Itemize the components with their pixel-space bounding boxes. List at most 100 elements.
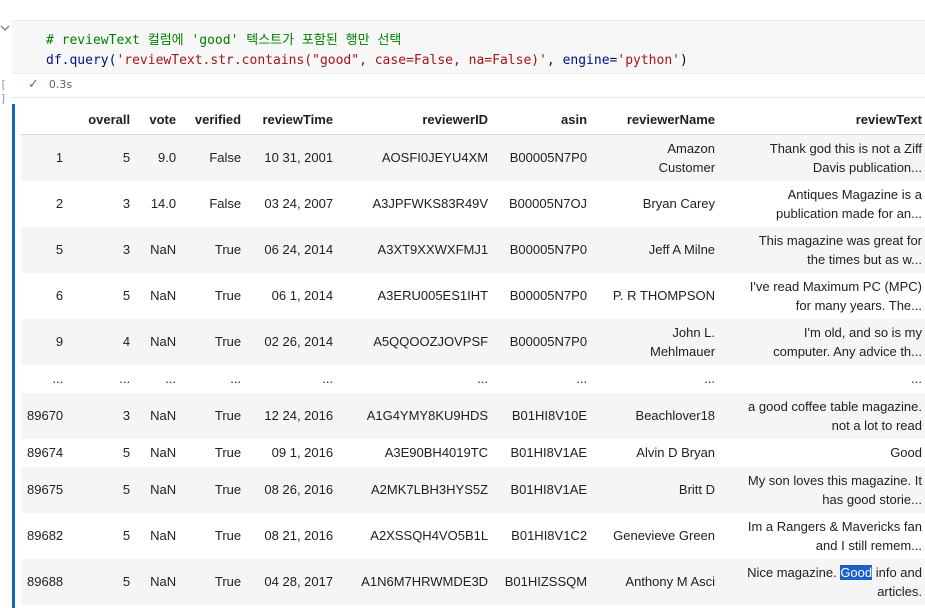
cell-reviewtext: This magazine was great for the times but… (721, 227, 925, 273)
cell-reviewername: John L. Mehlmauer (593, 319, 721, 365)
cell-overall: 5 (122, 150, 131, 166)
cell-asin: B01HI8V1AE (510, 482, 588, 497)
cell-verified: True (214, 334, 242, 349)
cell-overall: 5 (122, 528, 131, 543)
cell-vote: 9.0 (158, 150, 177, 166)
reviewername-line-1: John L. (672, 324, 716, 340)
cell-idx: 89674 (27, 445, 64, 460)
cell-reviewtime: 03 24, 2007 (264, 196, 334, 211)
cell-vote: NaN (150, 574, 177, 589)
table-header-row: overall vote verified reviewTime reviewe… (21, 104, 925, 135)
code-engine-arg: , engine= (546, 53, 618, 68)
column-header-overall: overall (69, 104, 137, 135)
cell-asin: ... (576, 371, 588, 386)
code-cell[interactable]: # reviewText 컬럼에 'good' 텍스트가 포함된 행만 선택 d… (0, 0, 925, 105)
cell-reviewtime: 06 1, 2014 (271, 288, 334, 303)
dataframe-table: overall vote verified reviewTime reviewe… (21, 104, 925, 605)
cell-reviewerid: A3ERU005ES1IHT (377, 288, 489, 303)
code-engine-value: 'python' (617, 53, 680, 68)
column-header-verified: verified (182, 104, 248, 135)
reviewtext-pre: Nice magazine. (747, 564, 841, 580)
cell-idx: 89688 (27, 574, 64, 589)
reviewername-line-1: Amazon (667, 140, 716, 156)
cell-asin: B00005N7P0 (509, 334, 588, 349)
cell-reviewername: Britt D (593, 467, 721, 513)
cell-overall: 5 (122, 445, 131, 460)
code-close-paren: ) (680, 53, 688, 68)
cell-reviewerid: A5QQOOZJOVPSF (373, 334, 489, 349)
cell-vote: 14.0 (150, 196, 177, 211)
reviewtext-line-2: and I still remem... (815, 537, 922, 553)
cell-reviewername: ... (593, 365, 721, 393)
execution-status: ✓ 0.3s (28, 77, 72, 93)
table-row: 89675 5 NaN True 08 26, 2016 A2MK7LBH3HYS5Z B0… (21, 466, 925, 513)
reviewtext-line-2: computer. Any advice th... (773, 343, 922, 359)
cell-overall: 4 (122, 334, 131, 349)
cell-reviewername: Beachlover18 (593, 393, 721, 439)
cell-idx: 89670 (27, 408, 64, 423)
cell-reviewername: Alvin D Bryan (593, 439, 721, 467)
cell-asin: B00005N7P0 (509, 150, 588, 166)
cell-reviewtext: Nice magazine. Good info and articles. (721, 559, 925, 605)
cell-idx: ... (52, 371, 64, 386)
cell-reviewerid: A2MK7LBH3HYS5Z (371, 482, 489, 497)
column-header-index (21, 104, 70, 135)
cell-idx: 9 (55, 334, 64, 349)
execution-count-bracket: [ ] (0, 78, 7, 105)
cell-asin: B00005N7P0 (509, 242, 588, 257)
table-row: 89674 5 NaN True 09 1, 2016 A3E90BH4019TC B01H… (21, 438, 925, 467)
reviewtext-line-2: publication made for an... (776, 205, 922, 221)
chevron-down-icon[interactable] (0, 24, 12, 34)
cell-reviewerid: A3JPFWKS83R49V (372, 196, 489, 211)
cell-verified: True (214, 528, 242, 543)
cell-asin: B01HI8V1C2 (511, 528, 588, 543)
reviewername-line-1: Bryan Carey (642, 196, 716, 211)
reviewtext-line-2: not a lot to read (831, 417, 922, 433)
cell-verified: False (209, 150, 242, 166)
cell-vote: NaN (150, 482, 177, 497)
reviewtext-line-1: My son loves this magazine. It (747, 472, 922, 488)
cell-reviewtime: 02 26, 2014 (264, 334, 334, 349)
code-query-call: df.query( (46, 53, 117, 68)
cell-reviewtime: 04 28, 2017 (264, 574, 334, 589)
column-header-reviewerid: reviewerID (339, 104, 495, 135)
reviewtext-line-1: Antiques Magazine is a (787, 186, 922, 202)
cell-vote: NaN (150, 242, 177, 257)
output-divider (12, 97, 925, 98)
reviewtext-line-2: the times but as w... (807, 251, 922, 267)
cell-overall: 3 (122, 196, 131, 211)
reviewtext-line-2: for many years. The... (795, 297, 922, 313)
table-row: 89688 5 NaN True 04 28, 2017 A1N6M7HRWMDE3D B0… (21, 558, 925, 605)
cell-idx: 89682 (27, 528, 64, 543)
column-header-reviewtext: reviewText (721, 104, 925, 135)
cell-reviewtext: My son loves this magazine. It has good s… (721, 467, 925, 513)
code-editor[interactable]: # reviewText 컬럼에 'good' 텍스트가 포함된 행만 선택 d… (12, 20, 925, 74)
reviewtext-line-1: I'm old, and so is my (803, 324, 922, 340)
cell-reviewtime: 08 26, 2016 (264, 482, 334, 497)
column-header-vote: vote (136, 104, 183, 135)
reviewername-line-1: ... (704, 371, 716, 386)
cell-reviewername: P. R THOMPSON (593, 273, 721, 319)
cell-reviewtext: Good (721, 439, 925, 467)
cell-asin: B01HI8V10E (511, 408, 588, 423)
cell-asin: B00005N7P0 (509, 288, 588, 303)
cell-reviewtext: I've read Maximum PC (MPC) for many years… (721, 273, 925, 319)
code-comment-line: # reviewText 컬럼에 'good' 텍스트가 포함된 행만 선택 (46, 33, 402, 48)
reviewtext-line-1: Thank god this is not a Ziff (769, 140, 922, 156)
cell-overall: 5 (122, 574, 131, 589)
reviewername-line-1: P. R THOMPSON (612, 288, 716, 303)
cell-reviewtext: ... (721, 365, 925, 393)
table-row: 1 5 9.0 False 10 31, 2001 AOSFI0JEYU4XM B00005… (21, 134, 925, 181)
column-header-asin: asin (494, 104, 594, 135)
cell-reviewtext: a good coffee table magazine. not a lot t… (721, 393, 925, 439)
cell-asin: B01HI8V1AE (510, 445, 588, 460)
cell-output: overall vote verified reviewTime reviewe… (12, 104, 925, 608)
cell-reviewerid: AOSFI0JEYU4XM (381, 150, 489, 166)
cell-reviewername: Amazon Customer (593, 135, 721, 181)
cell-reviewtext: Thank god this is not a Ziff Davis public… (721, 135, 925, 181)
cell-overall: 3 (122, 242, 131, 257)
cell-idx: 2 (55, 196, 64, 211)
cell-reviewerid: A2XSSQH4VO5B1L (370, 528, 489, 543)
cell-reviewername: Genevieve Green (593, 513, 721, 559)
reviewername-line-1: Genevieve Green (613, 528, 716, 543)
